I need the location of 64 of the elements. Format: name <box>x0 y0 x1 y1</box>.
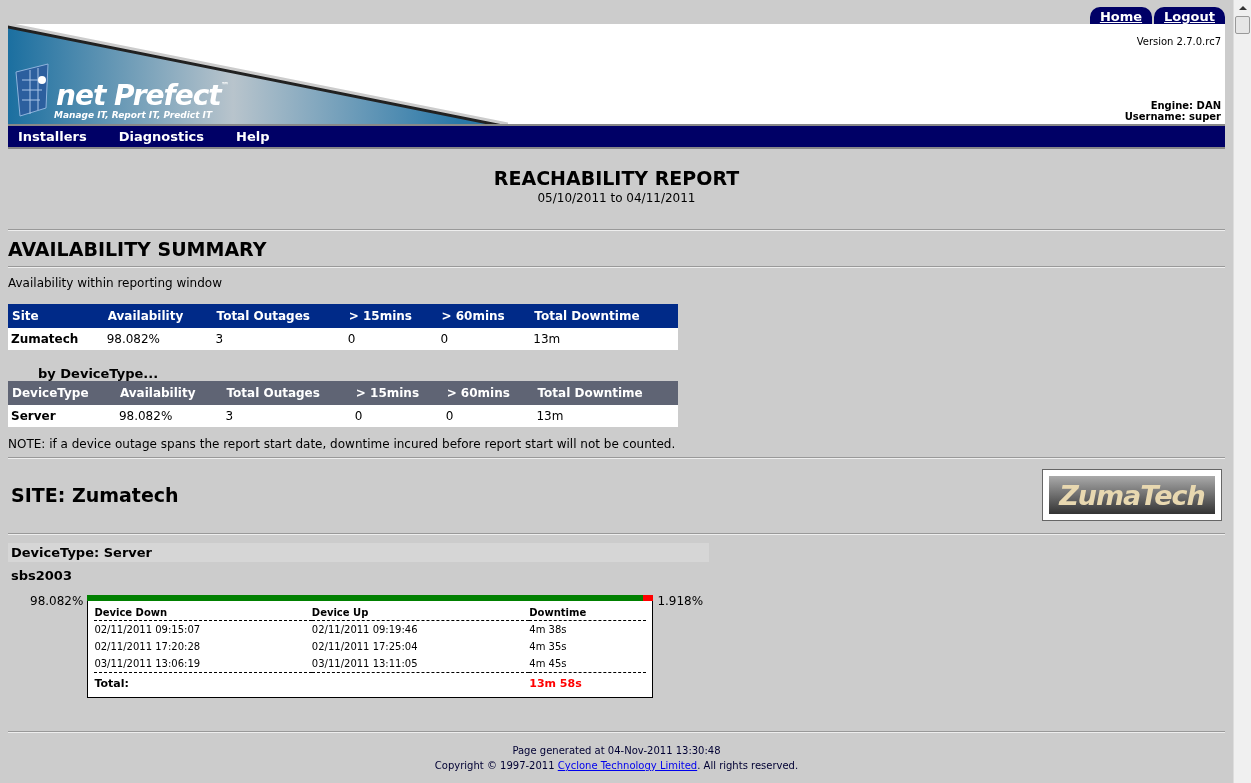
logo-tagline: Manage IT, Report IT, Predict IT <box>54 110 214 120</box>
table-cell: 0 <box>344 328 438 350</box>
generated-text: Page generated at 04-Nov-2011 13:30:48 <box>511 745 722 756</box>
engine-text: Engine: DAN <box>1150 100 1221 111</box>
column-header: Total Downtime <box>530 304 678 328</box>
report-title: REACHABILITY REPORT <box>492 167 741 189</box>
total-label: Total: <box>94 672 312 693</box>
table-cell: 13m <box>530 328 678 350</box>
table-cell: 4m 45s <box>529 655 647 673</box>
device-type-heading: DeviceType: Server <box>8 543 709 562</box>
table-cell: 13m <box>533 405 678 427</box>
nav-tab[interactable]: Home <box>1089 7 1153 24</box>
column-header: Downtime <box>529 605 647 621</box>
column-header: Device Down <box>94 605 312 621</box>
table-cell: 98.082% <box>115 405 223 427</box>
table-cell: Server <box>8 405 116 427</box>
column-header: Total Outages <box>212 304 345 328</box>
table-cell: 3 <box>212 328 345 350</box>
column-header: > 60mins <box>437 304 531 328</box>
column-header: Total Outages <box>222 381 352 405</box>
table-cell: 0 <box>442 405 534 427</box>
table-cell: 03/11/2011 13:11:05 <box>311 655 530 673</box>
table-cell: 4m 38s <box>529 620 647 638</box>
availability-reading: 98.082% <box>30 595 84 607</box>
globe-icon <box>12 62 52 118</box>
company-logo: ZumaTech <box>1042 469 1222 521</box>
site-heading: SITE: Zumatech <box>11 484 179 506</box>
column-header: > 15mins <box>344 304 438 328</box>
downtime-reading: 1.918% <box>657 595 704 607</box>
table-cell: Zumatech <box>8 328 104 350</box>
table-cell: 3 <box>222 405 352 427</box>
total-downtime: 13m 58s <box>529 672 647 693</box>
table-cell: 0 <box>351 405 443 427</box>
subheading: by DeviceType... <box>38 366 160 381</box>
copyright-text: Copyright © 1997-2011 Cyclone Technology Limited. All rights reserved. <box>433 760 800 771</box>
date-range: 05/10/2011 to 04/11/2011 <box>536 191 697 205</box>
device-name: sbs2003 <box>10 567 73 585</box>
column-header: > 15mins <box>351 381 443 405</box>
username-text: Username: super <box>1124 111 1221 122</box>
section-heading: AVAILABILITY SUMMARY <box>8 237 268 262</box>
table-cell: 02/11/2011 09:19:46 <box>311 620 530 638</box>
table-cell: 02/11/2011 09:15:07 <box>94 620 312 638</box>
column-header: Total Downtime <box>533 381 678 405</box>
nav-tab[interactable]: Logout <box>1154 7 1225 24</box>
section-subtitle: Availability within reporting window <box>8 275 223 292</box>
table-cell: 0 <box>437 328 531 350</box>
column-header: DeviceType <box>8 381 116 405</box>
column-header: > 60mins <box>442 381 534 405</box>
column-header: Availability <box>103 304 213 328</box>
version-text: Version 2.7.0.rc7 <box>1136 36 1221 47</box>
menu-item[interactable]: Installers <box>8 129 97 144</box>
column-header: Site <box>8 304 104 328</box>
table-cell: 98.082% <box>103 328 213 350</box>
table-cell: 03/11/2011 13:06:19 <box>94 655 312 673</box>
note-text: NOTE: if a device outage spans the report start date, downtime incured before report start will not be counted. <box>8 436 677 453</box>
menu-item[interactable]: Help <box>226 129 280 144</box>
menu-item[interactable]: Diagnostics <box>108 129 215 144</box>
scrollbar[interactable] <box>1233 0 1251 783</box>
column-header: Device Up <box>311 605 530 621</box>
column-header: Availability <box>115 381 223 405</box>
table-cell: 02/11/2011 17:25:04 <box>311 638 530 655</box>
table-cell: 02/11/2011 17:20:28 <box>94 638 312 655</box>
table-cell-text: 4m 35s <box>529 640 568 654</box>
logo-text: net Prefect™ <box>56 82 229 110</box>
